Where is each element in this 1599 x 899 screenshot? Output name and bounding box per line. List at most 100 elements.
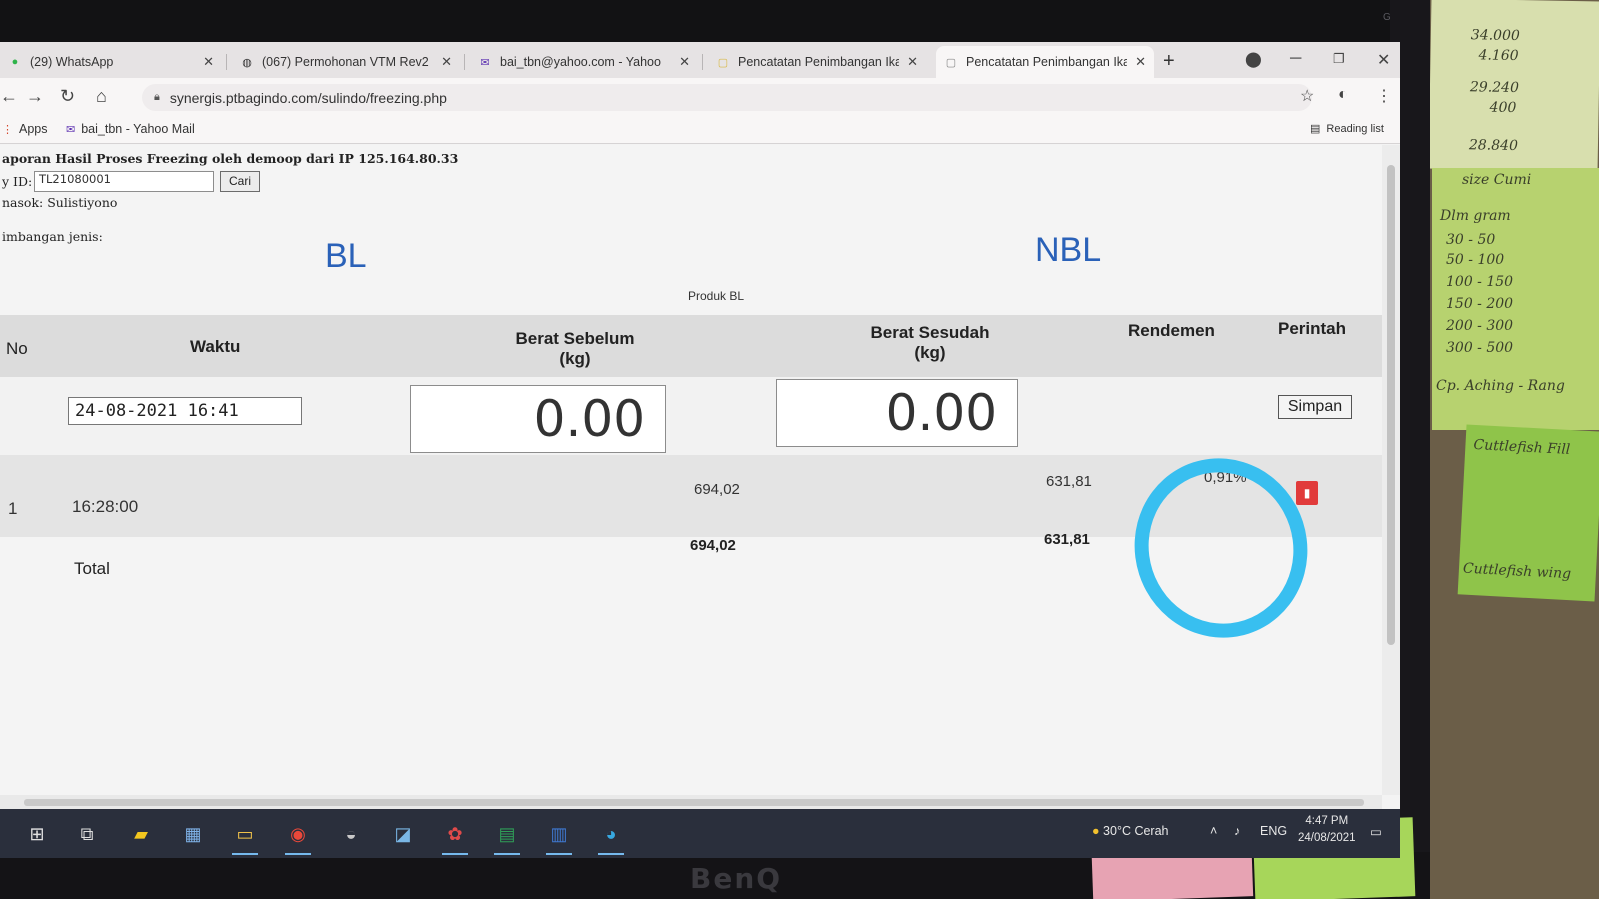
total-berat-sesudah: 631,81 [1044, 531, 1090, 548]
edge-icon[interactable]: ◕ [596, 819, 626, 855]
calculator-app-icon[interactable]: ▦ [178, 819, 208, 849]
search-button[interactable]: Cari [220, 171, 260, 192]
home-icon[interactable]: ⌂ [96, 86, 107, 107]
bookmark-label: Apps [19, 122, 48, 136]
waktu-input[interactable]: 24-08-2021 16:41 [68, 397, 302, 425]
file-explorer-icon[interactable]: ▭ [230, 819, 260, 855]
header-rendemen: Rendemen [1128, 321, 1215, 340]
sticky-notes-app-icon[interactable]: ▰ [126, 819, 156, 849]
trash-icon: ▮ [1303, 486, 1311, 500]
nbl-type-link[interactable]: NBL [1035, 231, 1101, 270]
clock-time: 4:47 PM [1305, 815, 1349, 827]
tab-title: (067) Permohonan VTM Rev2 [262, 55, 429, 69]
tab-whatsapp[interactable]: ● (29) WhatsApp ✕ [0, 46, 222, 78]
menu-kebab-icon[interactable]: ⋮ [1376, 86, 1392, 106]
language-indicator[interactable]: ENG [1260, 824, 1287, 838]
tab-pencatatan-active[interactable]: ▢ Pencatatan Penimbangan Ikan ✕ [936, 46, 1154, 78]
sun-icon: ● [1092, 824, 1100, 838]
note-line: size Cumi [1462, 172, 1532, 188]
tray-chevron-icon[interactable]: ˄ [1210, 824, 1217, 838]
word-icon[interactable]: ▥ [544, 819, 574, 855]
berat-sesudah-input[interactable]: 0.00 [776, 379, 1018, 447]
note-line: 4.160 [1478, 47, 1519, 65]
header-unit: (kg) [559, 349, 591, 368]
save-button[interactable]: Simpan [1278, 395, 1352, 419]
running-indicator [285, 853, 311, 855]
row-berat-sebelum: 694,02 [694, 481, 740, 498]
extension-icon[interactable]: ◐ [1338, 86, 1348, 104]
whatsapp-icon: ● [11, 56, 19, 68]
supplier-text: nasok: Sulistiyono [2, 195, 118, 210]
task-view-icon[interactable]: ⧉ [72, 819, 102, 849]
product-label: Produk BL [688, 289, 745, 303]
profile-record-icon[interactable]: ⬤ [1245, 50, 1262, 68]
bookmark-star-icon[interactable]: ☆ [1300, 86, 1314, 106]
close-icon[interactable]: ✕ [441, 54, 452, 70]
restore-icon[interactable]: ❐ [1333, 51, 1345, 67]
excel-icon[interactable]: ▤ [492, 819, 522, 855]
id-search-input[interactable]: TL21080001 [34, 171, 214, 192]
tab-yahoo-mail[interactable]: ✉ bai_tbn@yahoo.com - Yahoo ✕ [470, 46, 698, 78]
clock-date: 24/08/2021 [1298, 832, 1356, 844]
reading-list-icon: ▤ [1310, 123, 1321, 135]
tab-title: (29) WhatsApp [30, 55, 114, 69]
notepad-app-icon[interactable]: ◪ [388, 819, 418, 849]
page-content: aporan Hasil Proses Freezing oleh demoop… [0, 145, 1382, 858]
chrome-icon[interactable]: ◉ [283, 819, 313, 855]
close-icon[interactable]: ✕ [907, 54, 918, 70]
running-indicator [598, 853, 624, 855]
apps-grid-icon: ⋮ [2, 123, 13, 136]
window-close-icon[interactable]: ✕ [1377, 50, 1390, 70]
note-line: 28.840 [1468, 137, 1519, 155]
note-line: 100 - 150 [1446, 274, 1514, 290]
bl-type-link[interactable]: BL [325, 237, 367, 276]
reading-list-button[interactable]: ▤ Reading list [1310, 122, 1384, 136]
browser-window: ● (29) WhatsApp ✕ ◍ (067) Permohonan VTM… [0, 42, 1400, 858]
berat-sebelum-input[interactable]: 0.00 [410, 385, 666, 453]
address-bar[interactable]: 🔒︎ synergis.ptbagindo.com/sulindo/freezi… [142, 84, 1312, 111]
minimize-icon[interactable]: ─ [1290, 50, 1301, 68]
notification-icon[interactable]: ▭ [1370, 824, 1382, 839]
scrollbar-thumb[interactable] [1387, 165, 1395, 645]
close-icon[interactable]: ✕ [679, 54, 690, 70]
reload-icon[interactable]: ↻ [60, 86, 75, 107]
forward-arrow-icon[interactable]: → [26, 86, 44, 107]
close-icon[interactable]: ✕ [203, 54, 214, 70]
lock-icon[interactable]: 🔒︎ [154, 91, 160, 104]
page-title: aporan Hasil Proses Freezing oleh demoop… [2, 151, 459, 166]
vertical-scrollbar[interactable] [1382, 145, 1400, 795]
page-icon: ▢ [717, 56, 729, 69]
bookmark-apps[interactable]: ⋮ Apps [2, 122, 48, 136]
tab-permohonan[interactable]: ◍ (067) Permohonan VTM Rev2 ✕ [232, 46, 460, 78]
app-red-icon[interactable]: ✿ [440, 819, 470, 855]
back-arrow-icon[interactable]: ← [0, 86, 18, 107]
header-perintah: Perintah [1278, 319, 1347, 338]
bookmark-yahoo-mail[interactable]: ✉ bai_tbn - Yahoo Mail [66, 122, 195, 136]
weighing-type-label: imbangan jenis: [2, 229, 103, 244]
browser-toolbar: ← → ↻ ⌂ 🔒︎ synergis.ptbagindo.com/sulind… [0, 78, 1400, 116]
mail-icon: ✉ [480, 56, 490, 69]
row-waktu: 16:28:00 [72, 497, 139, 516]
note-line: 34.000 [1470, 27, 1520, 45]
entry-row: 24-08-2021 16:41 0.00 0.00 Simpan [0, 377, 1382, 455]
header-berat-sebelum: Berat Sebelum (kg) [500, 329, 650, 369]
globe-icon: ◍ [242, 56, 252, 69]
close-icon[interactable]: ✕ [1135, 54, 1146, 70]
header-berat-sesudah: Berat Sesudah (kg) [855, 323, 1005, 363]
new-tab-plus-icon[interactable]: + [1163, 50, 1175, 73]
tab-pencatatan-1[interactable]: ▢ Pencatatan Penimbangan Ikan ✕ [708, 46, 926, 78]
horizontal-scrollbar[interactable] [0, 795, 1382, 809]
weather-widget[interactable]: ● 30°C Cerah [1092, 824, 1169, 838]
row-rendemen: 0,91% [1204, 469, 1247, 486]
delete-button[interactable]: ▮ [1296, 481, 1318, 505]
row-no: 1 [8, 499, 18, 518]
bookmarks-bar: ⋮ Apps ✉ bai_tbn - Yahoo Mail ▤ Reading … [0, 116, 1400, 144]
volume-icon[interactable]: ♪ [1234, 824, 1240, 838]
app-icon[interactable]: ◒ [336, 819, 366, 849]
clock[interactable]: 4:47 PM 24/08/2021 [1298, 813, 1356, 847]
header-text: Berat Sesudah [870, 323, 990, 342]
windows-start-icon[interactable]: ⊞ [22, 819, 52, 849]
note-line: Cuttlefish wing [1462, 560, 1572, 583]
scrollbar-thumb[interactable] [24, 799, 1364, 806]
header-text: Berat Sebelum [515, 329, 635, 348]
